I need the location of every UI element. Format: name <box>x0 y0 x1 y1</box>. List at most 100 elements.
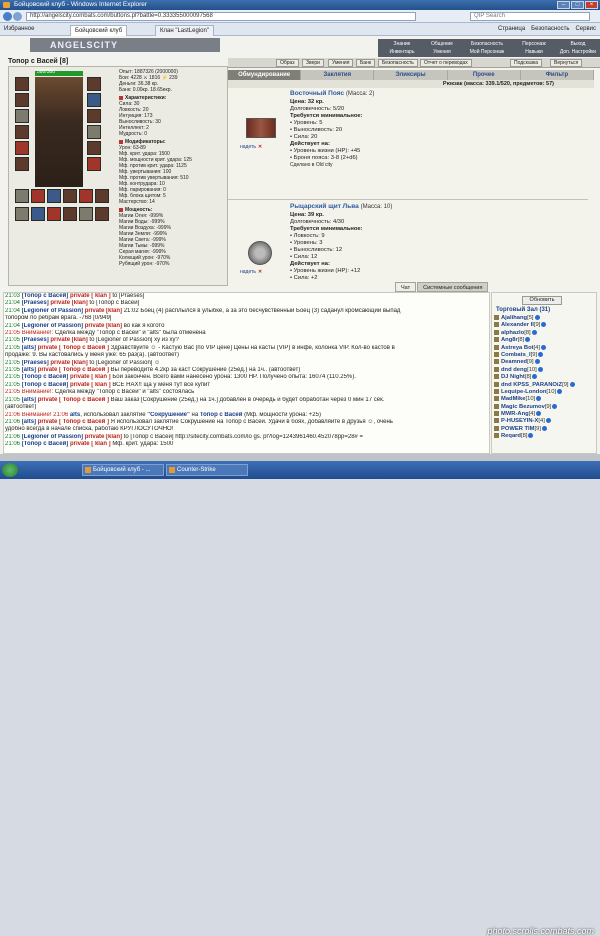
chat-input-bar[interactable] <box>0 454 600 461</box>
tab-spells[interactable]: Заклятия <box>301 70 375 80</box>
leggings-slot[interactable] <box>87 157 101 171</box>
user-name[interactable]: alts <box>70 412 80 418</box>
info-icon[interactable] <box>537 366 543 372</box>
safety-menu[interactable]: Безопасность <box>531 25 569 34</box>
user-name[interactable]: Magic Bezumov <box>501 404 545 410</box>
ring-slot[interactable] <box>87 125 101 139</box>
menu-exit[interactable]: Выход <box>558 41 598 47</box>
user-name[interactable]: [alts] <box>22 367 36 373</box>
info-icon[interactable] <box>534 315 540 320</box>
security-button[interactable]: Безопасность <box>378 59 418 67</box>
earrings-slot[interactable] <box>15 93 29 107</box>
user-name[interactable]: [alts] <box>22 419 36 425</box>
menu-extra-settings[interactable]: Доп. Настройки <box>558 49 598 55</box>
url-input[interactable]: http://angelscity.combats.com/buttons.pl… <box>26 12 416 21</box>
online-user[interactable]: POWER TIM[9] <box>492 425 596 433</box>
wear-action[interactable]: надеть ✕ <box>240 269 262 275</box>
user-name[interactable]: Топор с Васей <box>200 412 243 418</box>
user-name[interactable]: [Praeses] <box>22 300 49 306</box>
info-icon[interactable] <box>557 388 563 394</box>
scroll-slot-9[interactable] <box>47 207 61 221</box>
user-name[interactable]: [Топор с Васей] <box>22 374 69 380</box>
user-name[interactable]: MadMike <box>501 396 525 402</box>
menu-chat[interactable]: Общение <box>422 41 462 47</box>
info-icon[interactable] <box>525 337 531 343</box>
online-user[interactable]: MWR-Ang[4] <box>492 411 596 418</box>
tools-menu[interactable]: Сервис <box>575 25 596 34</box>
online-user[interactable]: Reqard[8] <box>492 433 596 440</box>
user-name[interactable]: MWR-Ang <box>501 411 529 417</box>
tab-fight-club[interactable]: Бойцовский клуб <box>70 25 128 36</box>
user-name[interactable]: [Топор с Васей] <box>22 293 69 299</box>
tab-chat[interactable]: Чат <box>395 282 417 292</box>
tab-filter[interactable]: Фильтр <box>521 70 595 80</box>
info-icon[interactable] <box>531 329 537 335</box>
info-icon[interactable] <box>541 344 546 350</box>
scroll-slot-4[interactable] <box>63 189 77 203</box>
gloves-slot[interactable] <box>87 77 101 91</box>
scroll-slot-1[interactable] <box>15 189 29 203</box>
user-name[interactable]: [Praeses] <box>22 337 49 343</box>
menu-character[interactable]: Персонаж <box>512 41 556 47</box>
pets-button[interactable]: Звери <box>302 59 324 67</box>
online-user[interactable]: P-HUSEYIN-X[4] <box>492 418 596 425</box>
hint-button[interactable]: Подсказка <box>510 59 543 67</box>
menu-inventory[interactable]: Инвентарь <box>382 49 422 55</box>
taskbar-item-browser[interactable]: Бойцовский клуб - ... <box>82 464 164 476</box>
maximize-button[interactable]: □ <box>571 1 584 9</box>
user-name[interactable]: [alts] <box>22 345 36 351</box>
user-name[interactable]: Ajalihang <box>501 315 527 321</box>
info-icon[interactable] <box>538 351 544 357</box>
forward-icon[interactable] <box>13 12 22 21</box>
user-name[interactable]: Alexander II <box>501 322 534 328</box>
info-icon[interactable] <box>541 425 547 431</box>
user-name[interactable]: P-HUSEYIN-X <box>501 419 538 425</box>
info-icon[interactable] <box>534 359 540 365</box>
user-name[interactable]: POWER TIM <box>501 426 535 432</box>
favorites-button[interactable]: Избранное <box>4 26 34 32</box>
page-menu[interactable]: Страница <box>498 25 525 34</box>
back-icon[interactable] <box>3 12 12 21</box>
scroll-slot-3[interactable] <box>47 189 61 203</box>
user-name[interactable]: Ang8r <box>501 337 518 343</box>
user-name[interactable]: [Legioner of Passion] <box>22 434 83 440</box>
user-name[interactable]: "Сокрушение" <box>147 412 190 418</box>
online-user[interactable]: Lequipe-London[10] <box>492 388 596 396</box>
weapon-slot[interactable] <box>15 125 29 139</box>
info-icon[interactable] <box>536 411 542 417</box>
tab-equipment[interactable]: Обмундирование <box>228 70 302 80</box>
scroll-slot-5[interactable] <box>79 189 93 203</box>
menu-knowledge[interactable]: Знание <box>382 41 422 47</box>
user-name[interactable]: Deamned <box>501 359 527 365</box>
online-user[interactable]: DJ Night[8] <box>492 374 596 381</box>
user-name[interactable]: alphazlo <box>501 330 524 336</box>
scroll-slot-2[interactable] <box>31 189 45 203</box>
search-input[interactable]: QIP Search <box>470 12 590 21</box>
user-name[interactable]: Combats_I <box>501 352 531 358</box>
scroll-slot-11[interactable] <box>79 207 93 221</box>
info-icon[interactable] <box>528 433 534 439</box>
scroll-slot-10[interactable] <box>63 207 77 221</box>
online-user[interactable]: Magic Bezumov[9] <box>492 403 596 411</box>
user-name[interactable]: [Legioner of Passion] <box>22 308 83 314</box>
online-user[interactable]: alphazlo[8] <box>492 329 596 337</box>
close-button[interactable]: × <box>585 1 598 9</box>
info-icon[interactable] <box>536 396 542 402</box>
refresh-button[interactable]: Обновить <box>522 296 562 305</box>
scroll-slot-7[interactable] <box>15 207 29 221</box>
user-name[interactable]: [Топор с Васей] <box>22 382 69 388</box>
menu-my-character[interactable]: Мой Персонаж <box>464 49 510 55</box>
info-icon[interactable] <box>569 381 575 387</box>
online-user[interactable]: MadMike[10] <box>492 396 596 403</box>
user-name[interactable]: Astreya Bot <box>501 345 534 351</box>
transfers-button[interactable]: Отчет о переводах <box>420 59 472 67</box>
delete-icon[interactable]: ✕ <box>258 269 262 275</box>
scroll-slot-8[interactable] <box>31 207 45 221</box>
info-icon[interactable] <box>545 418 551 424</box>
helmet-slot[interactable] <box>15 77 29 91</box>
wear-action[interactable]: надеть ✕ <box>240 144 262 150</box>
scroll-slot-12[interactable] <box>95 207 109 221</box>
belt-slot[interactable] <box>15 157 29 171</box>
user-name[interactable]: Lequipe-London <box>501 389 546 395</box>
user-name[interactable]: [alts] <box>22 397 36 403</box>
